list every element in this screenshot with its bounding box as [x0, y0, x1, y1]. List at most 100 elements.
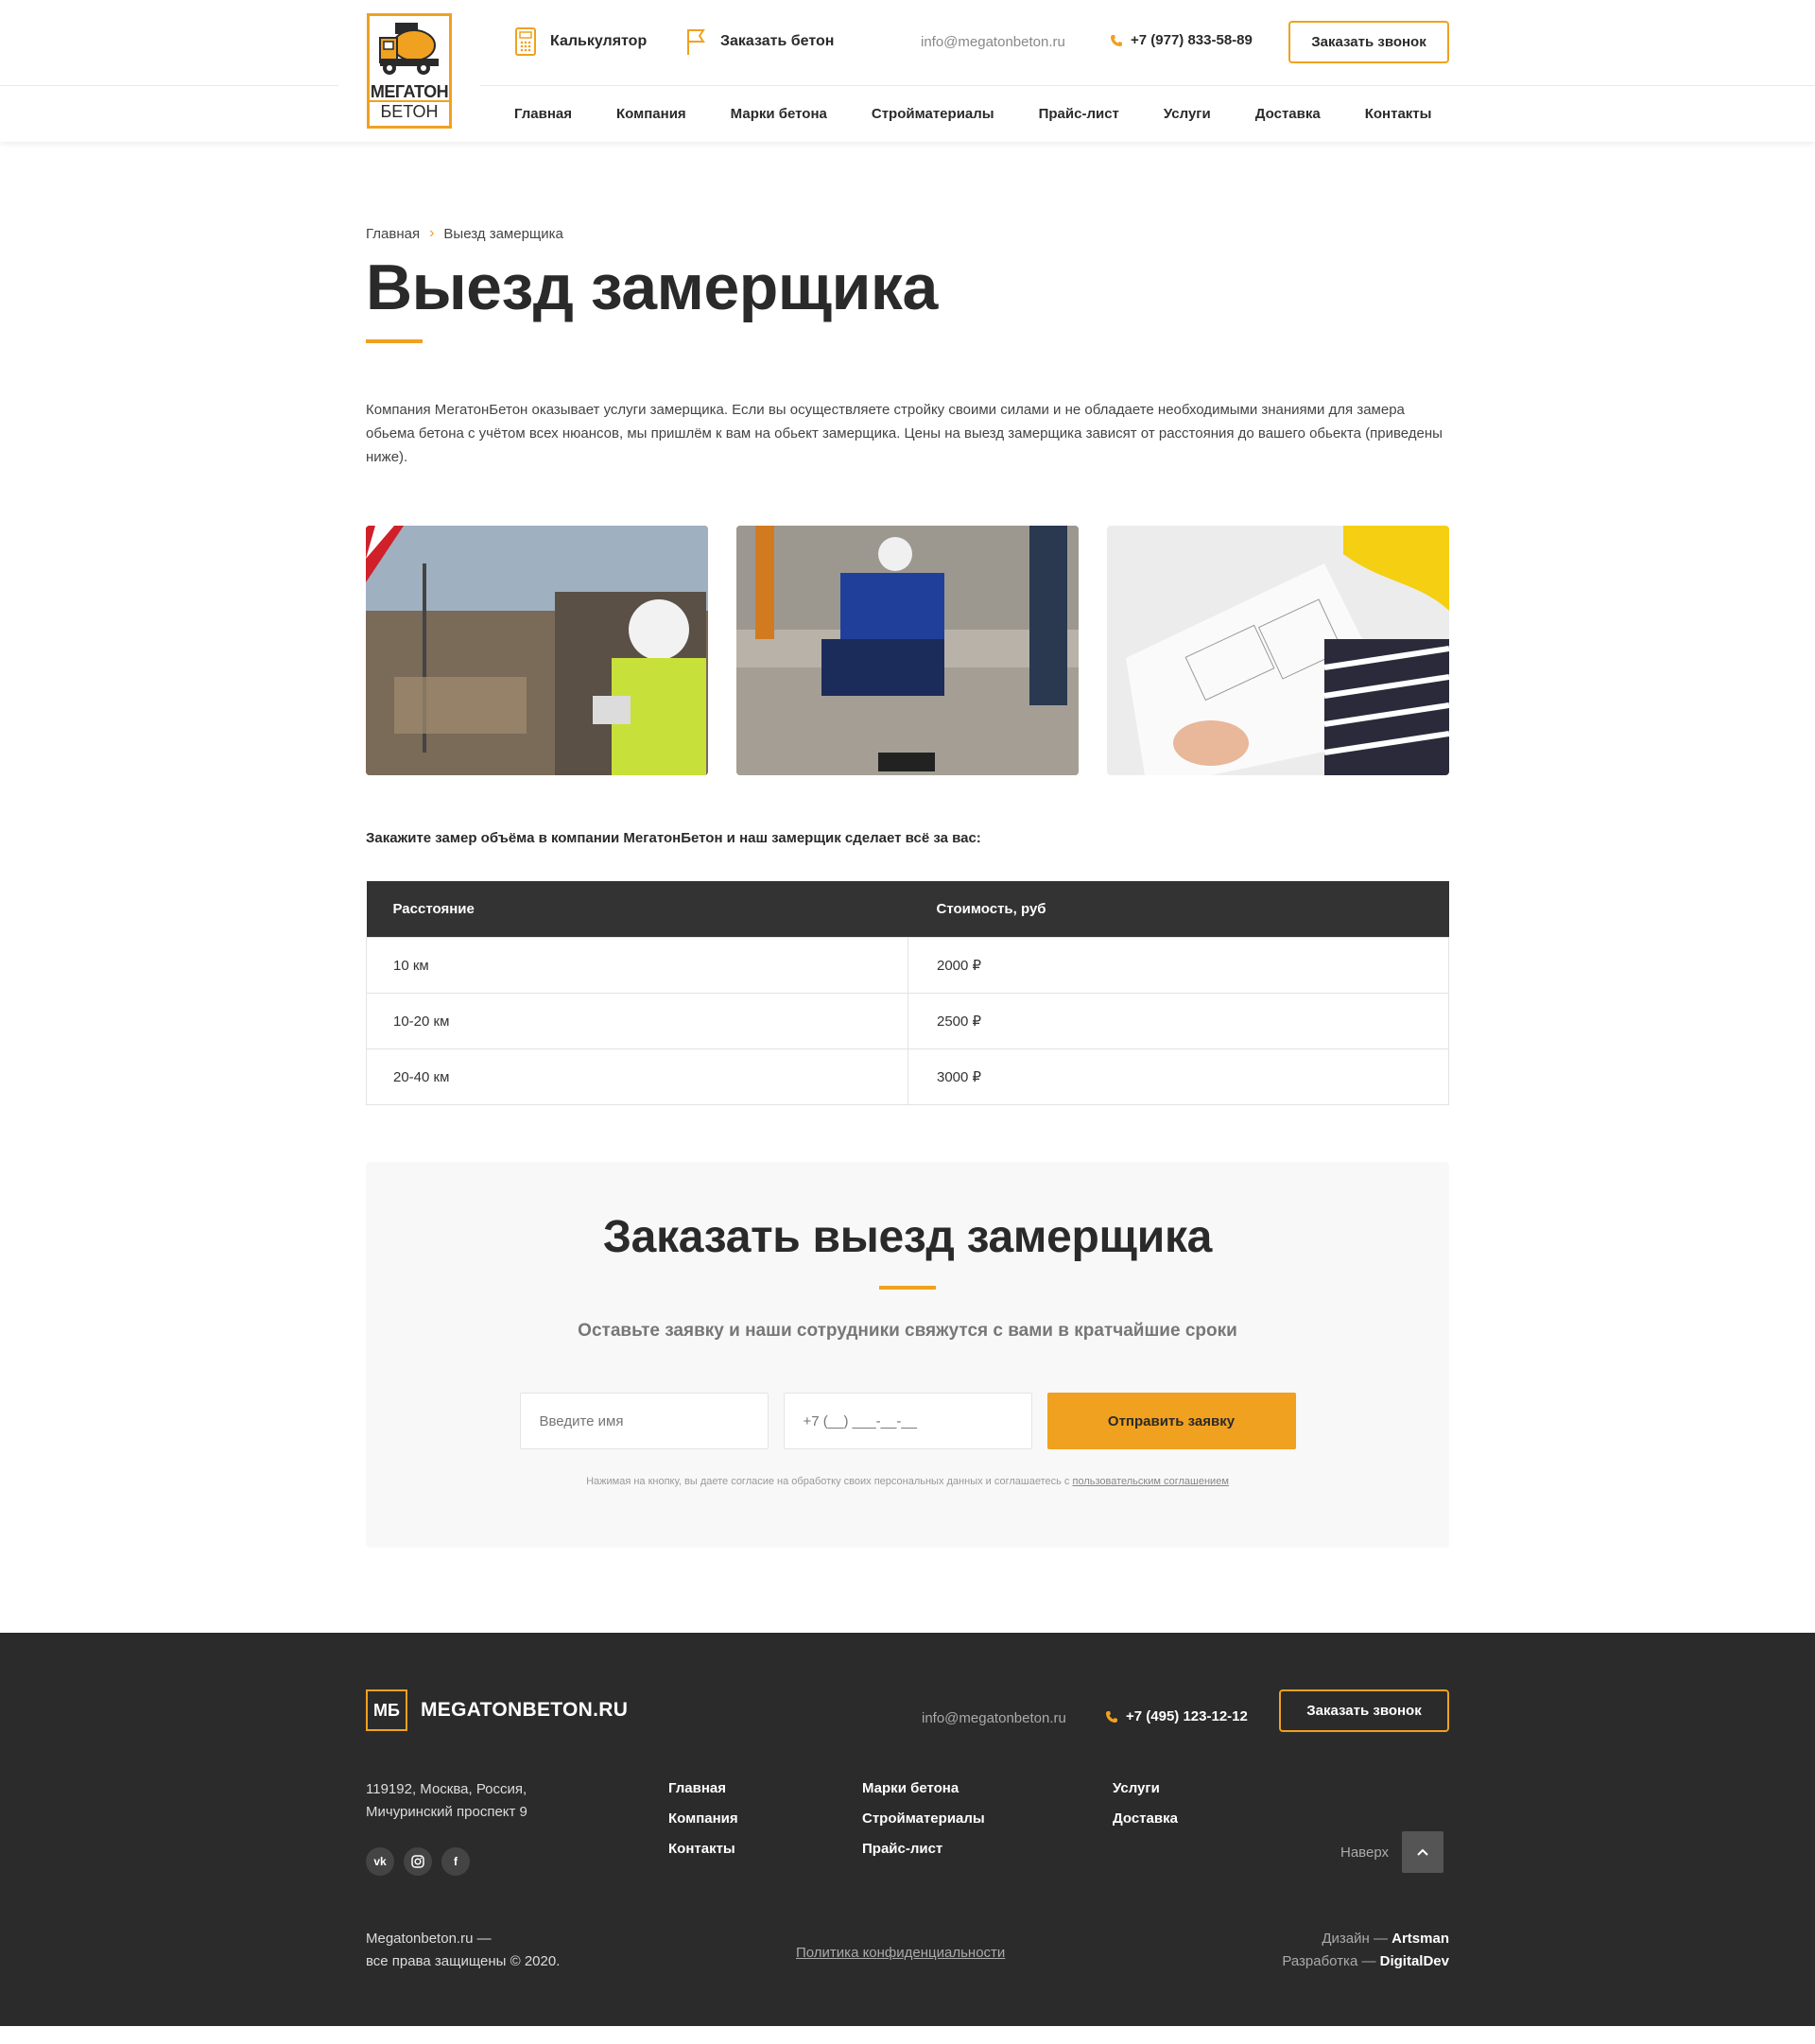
column-header-distance: Расстояние — [366, 880, 908, 938]
phone-icon — [1111, 34, 1122, 46]
price-table: Расстояние Стоимость, руб 10 км 2000 ₽ 1… — [366, 880, 1449, 1106]
phone-icon — [1106, 1710, 1117, 1723]
photo-construction-site — [366, 525, 708, 775]
main-content: Главная › Выезд замерщика Выезд замерщик… — [0, 142, 1815, 1549]
address-line-1: 119192, Москва, Россия, — [366, 1781, 527, 1798]
privacy-policy-link[interactable]: Политика конфиденциальности — [796, 1945, 1005, 1961]
nav-delivery[interactable]: Доставка — [1255, 106, 1321, 122]
title-accent-bar — [366, 338, 423, 343]
vk-icon[interactable]: vk — [366, 1847, 394, 1877]
order-form-title: Заказать выезд замерщика — [602, 1212, 1213, 1263]
order-concrete-link[interactable]: Заказать бетон — [684, 26, 834, 57]
calculator-link[interactable]: Калькулятор — [514, 26, 647, 57]
intro-text: Компания МегатонБетон оказывает услуги з… — [366, 401, 1443, 465]
call-request-button[interactable]: Заказать звонок — [1288, 21, 1449, 63]
photo-gallery — [366, 525, 1449, 775]
nav-services[interactable]: Услуги — [1164, 106, 1211, 122]
footer-phone-number: +7 (495) 123-12-12 — [1126, 1708, 1248, 1725]
footer-link-contacts[interactable]: Контакты — [668, 1839, 738, 1860]
footer-link-building-materials[interactable]: Стройматериалы — [862, 1809, 985, 1829]
logo-frame: МЕГАТОН БЕТОН — [367, 13, 452, 129]
nav-contacts[interactable]: Контакты — [1365, 106, 1432, 122]
cell-distance: 20-40 км — [366, 1048, 908, 1106]
nav-price-list[interactable]: Прайс-лист — [1039, 106, 1119, 122]
nav-company[interactable]: Компания — [616, 106, 686, 122]
order-accent-bar — [879, 1286, 936, 1290]
header-phone-number: +7 (977) 833-58-89 — [1131, 32, 1253, 48]
scroll-to-top[interactable]: Наверх — [1340, 1831, 1443, 1874]
order-form-section: Заказать выезд замерщика Оставьте заявку… — [366, 1162, 1449, 1549]
footer-col-2: Марки бетона Стройматериалы Прайс-лист — [862, 1778, 985, 1860]
social-links: vk f — [366, 1847, 470, 1877]
nav-home[interactable]: Главная — [514, 106, 572, 122]
footer-link-home[interactable]: Главная — [668, 1778, 738, 1799]
site-footer: МБ MEGATONBETON.RU info@megatonbeton.ru … — [0, 1633, 1815, 2027]
dev-credit: Разработка — DigitalDev — [1282, 1950, 1449, 1973]
logo-text-top: МЕГАТОН — [370, 82, 449, 101]
consent-note: Нажимая на кнопку, вы даете согласие на … — [366, 1476, 1449, 1487]
copyright-line-1: Megatonbeton.ru — — [366, 1931, 492, 1948]
design-credit: Дизайн — Artsman — [1282, 1928, 1449, 1950]
footer-col-1: Главная Компания Контакты — [668, 1778, 738, 1860]
footer-link-concrete-grades[interactable]: Марки бетона — [862, 1778, 985, 1799]
dev-credit-prefix: Разработка — — [1282, 1953, 1380, 1970]
table-row: 10 км 2000 ₽ — [366, 937, 1449, 995]
user-agreement-link[interactable]: пользовательским соглашением — [1072, 1476, 1228, 1487]
footer-address: 119192, Москва, Россия, Мичуринский прос… — [366, 1778, 527, 1824]
breadcrumb-home[interactable]: Главная — [366, 226, 420, 242]
nav-concrete-grades[interactable]: Марки бетона — [731, 106, 827, 122]
copyright-line-2: все права защищены © 2020. — [366, 1953, 561, 1970]
flag-icon — [687, 29, 705, 55]
dev-credit-name[interactable]: DigitalDev — [1380, 1953, 1449, 1969]
header-top-row: Калькулятор Заказать бетон info@megatonb… — [0, 0, 1815, 85]
page-title: Выезд замерщика — [366, 251, 938, 323]
cell-cost: 2500 ₽ — [908, 993, 1449, 1050]
table-header-row: Расстояние Стоимость, руб — [366, 880, 1449, 938]
design-credit-prefix: Дизайн — — [1322, 1931, 1392, 1948]
name-input[interactable] — [519, 1393, 769, 1450]
photo-surveyor-measuring — [736, 525, 1079, 775]
footer-email[interactable]: info@megatonbeton.ru — [922, 1710, 1066, 1726]
facebook-icon[interactable]: f — [441, 1847, 470, 1877]
site-header: МЕГАТОН БЕТОН Калькулятор Заказать бетон… — [0, 0, 1815, 142]
submit-request-button[interactable]: Отправить заявку — [1046, 1393, 1296, 1450]
phone-input[interactable] — [783, 1393, 1032, 1450]
photo-engineer-blueprint — [1107, 525, 1449, 775]
footer-link-services[interactable]: Услуги — [1113, 1778, 1178, 1799]
design-credit-name[interactable]: Artsman — [1392, 1931, 1449, 1947]
footer-col-3: Услуги Доставка — [1113, 1778, 1178, 1829]
table-row: 10-20 км 2500 ₽ — [366, 993, 1449, 1050]
footer-link-price-list[interactable]: Прайс-лист — [862, 1839, 985, 1860]
cell-distance: 10-20 км — [366, 993, 908, 1050]
breadcrumb: Главная › Выезд замерщика — [366, 224, 1449, 243]
cell-cost: 2000 ₽ — [908, 937, 1449, 995]
footer-logo-mark: МБ — [366, 1689, 407, 1732]
calculator-icon — [515, 27, 536, 56]
consent-text: Нажимая на кнопку, вы даете согласие на … — [586, 1476, 1073, 1488]
cell-distance: 10 км — [366, 937, 908, 995]
calculator-label: Калькулятор — [550, 33, 648, 49]
chevron-up-icon[interactable] — [1402, 1831, 1443, 1874]
footer-link-delivery[interactable]: Доставка — [1113, 1809, 1178, 1829]
scroll-to-top-label: Наверх — [1340, 1844, 1389, 1861]
footer-call-button[interactable]: Заказать звонок — [1279, 1689, 1449, 1733]
order-form: Отправить заявку — [366, 1393, 1449, 1450]
footer-logo[interactable]: МБ MEGATONBETON.RU — [366, 1689, 629, 1732]
header-email[interactable]: info@megatonbeton.ru — [921, 34, 1065, 50]
footer-phone[interactable]: +7 (495) 123-12-12 — [1105, 1708, 1248, 1724]
order-form-subtitle: Оставьте заявку и наши сотрудники свяжут… — [578, 1321, 1237, 1342]
table-intro: Закажите замер объёма в компании Мегатон… — [366, 829, 981, 846]
table-row: 20-40 км 3000 ₽ — [366, 1048, 1449, 1106]
footer-link-company[interactable]: Компания — [668, 1809, 738, 1829]
nav-building-materials[interactable]: Стройматериалы — [872, 106, 994, 122]
credits: Дизайн — Artsman Разработка — DigitalDev — [1282, 1928, 1449, 1973]
order-concrete-label: Заказать бетон — [720, 33, 835, 49]
main-nav: Главная Компания Марки бетона Стройматер… — [514, 85, 1431, 142]
header-phone[interactable]: +7 (977) 833-58-89 — [1110, 32, 1253, 48]
instagram-icon[interactable] — [404, 1847, 432, 1877]
mixer-truck-icon — [379, 23, 439, 75]
address-line-2: Мичуринский проспект 9 — [366, 1804, 527, 1821]
logo[interactable]: МЕГАТОН БЕТОН — [338, 0, 480, 142]
breadcrumb-current: Выезд замерщика — [443, 225, 563, 242]
footer-logo-text: MEGATONBETON.RU — [421, 1699, 629, 1722]
